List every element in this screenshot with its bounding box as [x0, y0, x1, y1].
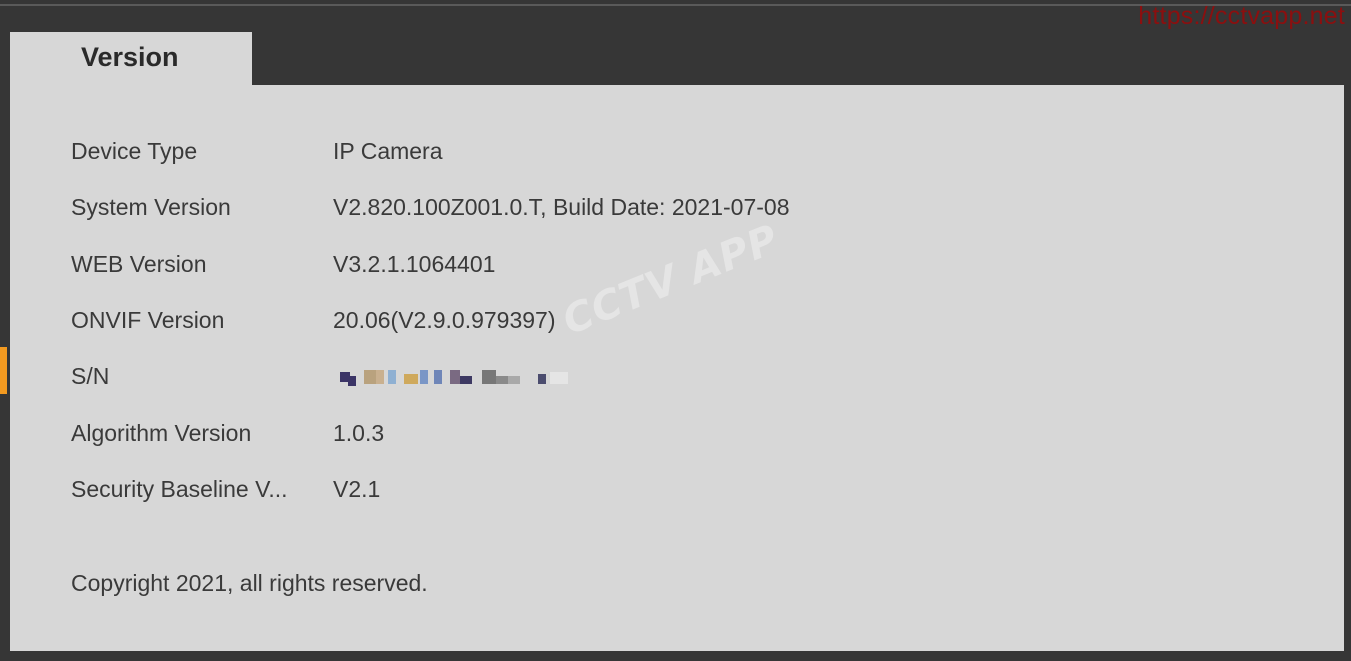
tab-version-label: Version: [81, 42, 179, 72]
info-value: IP Camera: [333, 138, 443, 164]
info-value: 1.0.3: [333, 420, 385, 446]
info-label: S/N: [71, 363, 110, 389]
logo-watermark: CCTV APP: [556, 216, 786, 345]
info-label: System Version: [71, 194, 231, 220]
info-label: Algorithm Version: [71, 420, 252, 446]
info-label: Security Baseline V...: [71, 476, 288, 502]
tab-version[interactable]: Version: [10, 32, 252, 86]
url-watermark: https://cctvapp.net: [1138, 2, 1345, 30]
info-value: 20.06(V2.9.0.979397): [333, 307, 556, 333]
sidebar-accent-marker: [0, 347, 7, 394]
info-label: WEB Version: [71, 251, 207, 277]
info-value: V2.1: [333, 476, 381, 502]
copyright-text: Copyright 2021, all rights reserved.: [71, 570, 428, 596]
info-value: V2.820.100Z001.0.T, Build Date: 2021-07-…: [333, 194, 790, 220]
info-value: V3.2.1.1064401: [333, 251, 496, 277]
info-label: ONVIF Version: [71, 307, 225, 333]
info-label: Device Type: [71, 138, 198, 164]
version-info-panel: CCTV APP Device Type IP Camera System Ve…: [10, 85, 1344, 651]
